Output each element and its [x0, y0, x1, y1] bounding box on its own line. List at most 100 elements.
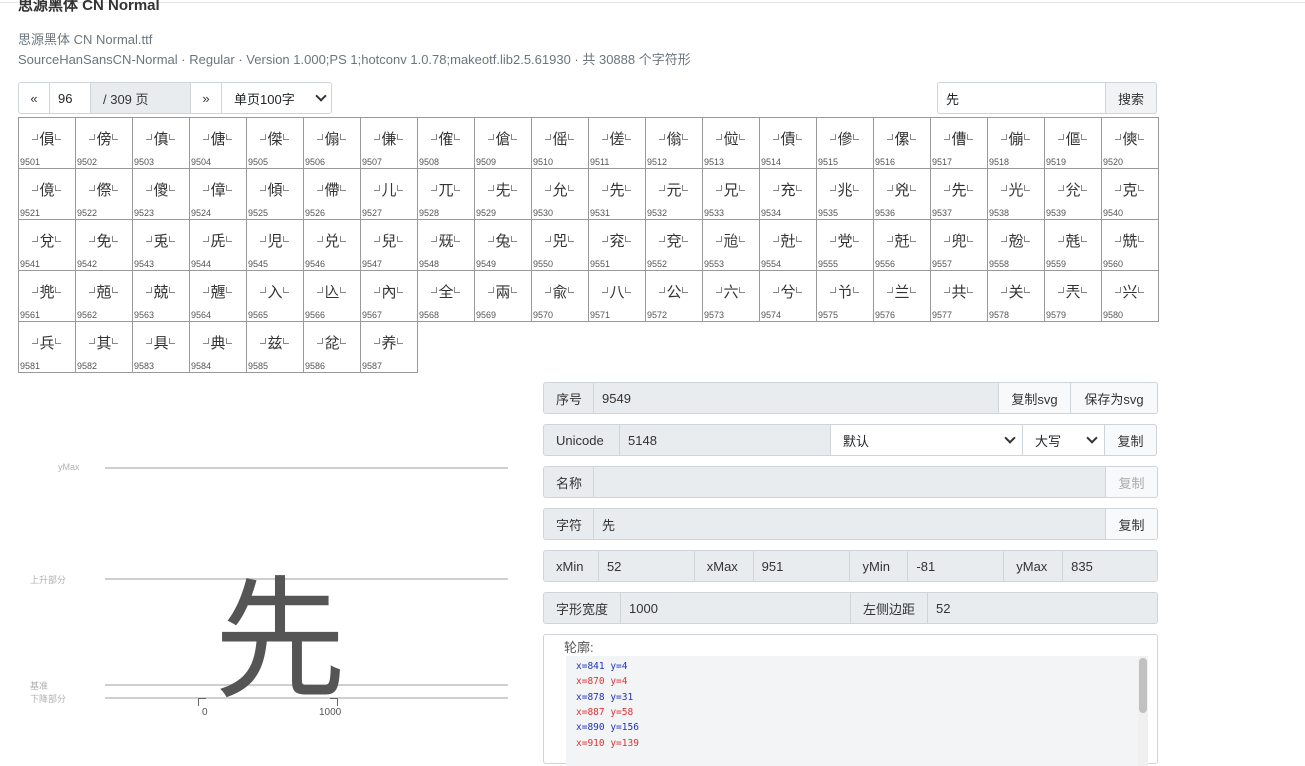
glyph-cell[interactable]: 允 9530	[532, 169, 589, 220]
glyph-cell[interactable]: 兓 9548	[418, 220, 475, 271]
glyph-cell[interactable]: 八 9571	[589, 271, 646, 322]
glyph-cell[interactable]: 兛 9556	[874, 220, 931, 271]
glyph-cell[interactable]: 傰 9518	[988, 118, 1045, 169]
glyph-cell[interactable]: 傴 9519	[1045, 118, 1102, 169]
glyph-cell[interactable]: 兲 9579	[1045, 271, 1102, 322]
glyph-cell[interactable]: 兮 9574	[760, 271, 817, 322]
glyph-cell[interactable]: 入 9565	[247, 271, 304, 322]
glyph-cell[interactable]: 傓 9506	[304, 118, 361, 169]
glyph-cell[interactable]: 兌 9541	[19, 220, 76, 271]
glyph-cell[interactable]: 兄 9533	[703, 169, 760, 220]
save-svg-button[interactable]: 保存为svg	[1070, 382, 1158, 414]
glyph-cell[interactable]: 兕 9550	[532, 220, 589, 271]
glyph-cell[interactable]: 六 9573	[703, 271, 760, 322]
glyph-cell[interactable]: 共 9577	[931, 271, 988, 322]
glyph-cell[interactable]: 兵 9581	[19, 322, 76, 373]
glyph-cell[interactable]: 先 9537	[931, 169, 988, 220]
glyph-cell[interactable]: 傹 9521	[19, 169, 76, 220]
glyph-cell[interactable]: 傽 9524	[190, 169, 247, 220]
glyph-cell[interactable]: 兎 9543	[133, 220, 190, 271]
glyph-cell[interactable]: 兂 9529	[475, 169, 532, 220]
glyph-cell[interactable]: 傊 9501	[19, 118, 76, 169]
prev-page-button[interactable]: «	[18, 82, 50, 114]
ymin-field[interactable]: -81	[907, 550, 1005, 582]
char-field[interactable]: 先	[593, 508, 1107, 540]
glyph-cell[interactable]: 兺 9586	[304, 322, 361, 373]
glyph-cell[interactable]: 傡 9513	[703, 118, 760, 169]
glyph-cell[interactable]: 傜 9510	[532, 118, 589, 169]
glyph-cell[interactable]: 先 9531	[589, 169, 646, 220]
glyph-cell[interactable]: 养 9587	[361, 322, 418, 373]
glyph-cell[interactable]: 兠 9561	[19, 271, 76, 322]
next-page-button[interactable]: »	[190, 82, 222, 114]
glyph-cell[interactable]: 傎 9503	[133, 118, 190, 169]
search-button[interactable]: 搜索	[1105, 82, 1157, 114]
glyph-cell[interactable]: 全 9568	[418, 271, 475, 322]
glyph-cell[interactable]: 兖 9551	[589, 220, 646, 271]
lsb-field[interactable]: 52	[927, 592, 1158, 624]
glyph-cell[interactable]: 免 9542	[76, 220, 133, 271]
glyph-cell[interactable]: 兒 9547	[361, 220, 418, 271]
glyph-cell[interactable]: 兜 9557	[931, 220, 988, 271]
glyph-cell[interactable]: 兪 9570	[532, 271, 589, 322]
glyph-cell[interactable]: 兑 9546	[304, 220, 361, 271]
glyph-cell[interactable]: 兦 9566	[304, 271, 361, 322]
glyph-cell[interactable]: 兯 9575	[817, 271, 874, 322]
glyph-cell[interactable]: 党 9555	[817, 220, 874, 271]
glyph-cell[interactable]: 傍 9502	[76, 118, 133, 169]
advance-width-field[interactable]: 1000	[620, 592, 851, 624]
glyph-cell[interactable]: 傟 9512	[646, 118, 703, 169]
glyph-cell[interactable]: 元 9532	[646, 169, 703, 220]
glyph-cell[interactable]: 傮 9517	[931, 118, 988, 169]
glyph-cell[interactable]: 光 9538	[988, 169, 1045, 220]
glyph-cell[interactable]: 債 9514	[760, 118, 817, 169]
unicode-format-select[interactable]: 默认	[830, 424, 1023, 456]
glyph-cell[interactable]: 兡 9562	[76, 271, 133, 322]
glyph-cell[interactable]: 公 9572	[646, 271, 703, 322]
xmax-field[interactable]: 951	[752, 550, 851, 582]
outline-points-list[interactable]: x=910 y=139 x=890 y=156 x=887 y=58 x=878 y=…	[566, 656, 1148, 766]
copy-name-button[interactable]: 复制	[1105, 466, 1158, 498]
glyph-cell[interactable]: 兣 9564	[190, 271, 247, 322]
glyph-cell[interactable]: 傻 9523	[133, 169, 190, 220]
page-number-input[interactable]: 96	[49, 82, 91, 114]
glyph-cell[interactable]: 克 9540	[1102, 169, 1159, 220]
unicode-field[interactable]: 5148	[619, 424, 831, 456]
glyph-cell[interactable]: 兴 9580	[1102, 271, 1159, 322]
glyph-cell[interactable]: 兀 9528	[418, 169, 475, 220]
glyph-cell[interactable]: 傾 9525	[247, 169, 304, 220]
glyph-cell[interactable]: 兹 9585	[247, 322, 304, 373]
outline-scroll-thumb[interactable]	[1139, 658, 1147, 713]
glyph-cell[interactable]: 傔 9507	[361, 118, 418, 169]
glyph-cell[interactable]: 傕 9508	[418, 118, 475, 169]
xmin-field[interactable]: 52	[597, 550, 695, 582]
glyph-cell[interactable]: 兘 9553	[703, 220, 760, 271]
glyph-cell[interactable]: 兰 9576	[874, 271, 931, 322]
glyph-cell[interactable]: 傪 9515	[817, 118, 874, 169]
glyph-cell[interactable]: 傫 9516	[874, 118, 931, 169]
ymax-field[interactable]: 835	[1062, 550, 1158, 582]
glyph-cell[interactable]: 兗 9552	[646, 220, 703, 271]
per-page-select[interactable]: 单页100字	[221, 82, 332, 114]
glyph-cell[interactable]: 內 9567	[361, 271, 418, 322]
glyph-cell[interactable]: 僀 9526	[304, 169, 361, 220]
glyph-cell[interactable]: 傞 9511	[589, 118, 646, 169]
glyph-cell[interactable]: 兆 9535	[817, 169, 874, 220]
glyph-cell[interactable]: 兏 9544	[190, 220, 247, 271]
glyph-cell[interactable]: 兇 9536	[874, 169, 931, 220]
glyph-cell[interactable]: 充 9534	[760, 169, 817, 220]
case-select[interactable]: 大写	[1022, 424, 1105, 456]
glyph-cell[interactable]: 傺 9522	[76, 169, 133, 220]
copy-unicode-button[interactable]: 复制	[1104, 424, 1157, 456]
glyph-cell[interactable]: 兢 9563	[133, 271, 190, 322]
glyph-cell[interactable]: 兞 9559	[1045, 220, 1102, 271]
glyph-cell[interactable]: 傑 9505	[247, 118, 304, 169]
glyph-cell[interactable]: 典 9584	[190, 322, 247, 373]
index-field[interactable]: 9549	[593, 382, 999, 414]
glyph-cell[interactable]: 傸 9520	[1102, 118, 1159, 169]
glyph-cell[interactable]: 兙 9554	[760, 220, 817, 271]
search-input[interactable]: 先	[937, 82, 1106, 114]
glyph-cell[interactable]: 児 9545	[247, 220, 304, 271]
name-field[interactable]	[593, 466, 1107, 498]
copy-svg-button[interactable]: 复制svg	[998, 382, 1071, 414]
